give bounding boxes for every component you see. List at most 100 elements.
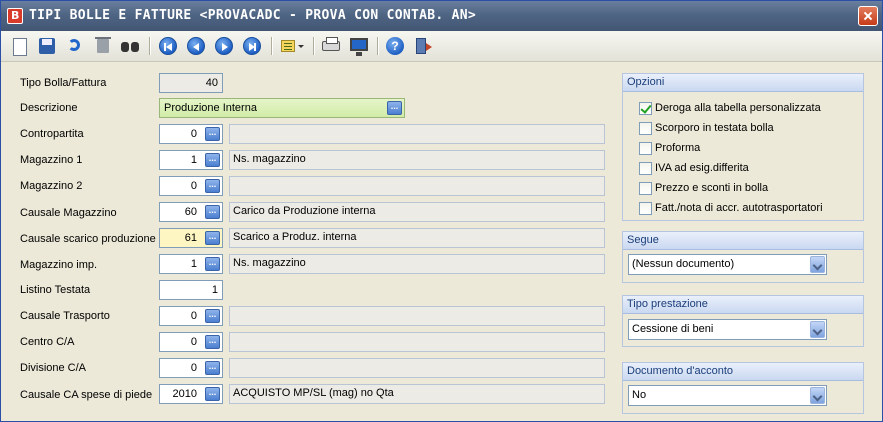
magazzino2-value: 0 bbox=[190, 180, 197, 192]
magazzino1-desc: Ns. magazzino bbox=[229, 150, 605, 170]
magazzino-imp-value: 1 bbox=[190, 258, 197, 270]
print-button[interactable] bbox=[321, 36, 341, 56]
chevron-down-icon[interactable] bbox=[810, 256, 825, 273]
previous-record-icon bbox=[187, 37, 205, 55]
lookup-button[interactable]: ... bbox=[205, 257, 220, 271]
magazzino2-field[interactable]: 0... bbox=[159, 176, 223, 196]
previous-record-button[interactable] bbox=[186, 36, 206, 56]
magazzino-imp-desc: Ns. magazzino bbox=[229, 254, 605, 274]
lookup-button[interactable]: ... bbox=[205, 361, 220, 375]
undo-button[interactable] bbox=[65, 36, 85, 56]
app-icon[interactable] bbox=[7, 8, 23, 24]
tipo-prestazione-select[interactable]: Cessione di beni bbox=[628, 319, 827, 340]
tipo-field[interactable]: 40 bbox=[159, 73, 223, 93]
contropartita-field[interactable]: 0... bbox=[159, 124, 223, 144]
exit-button[interactable] bbox=[413, 36, 433, 56]
lookup-button[interactable]: ... bbox=[205, 231, 220, 245]
causale-trasporto-desc bbox=[229, 306, 605, 326]
checkbox[interactable] bbox=[639, 122, 652, 135]
title-bar[interactable]: TIPI BOLLE E FATTURE <PROVACADC - PROVA … bbox=[1, 1, 882, 31]
option-label: Prezzo e sconti in bolla bbox=[655, 182, 769, 194]
magazzino1-field[interactable]: 1... bbox=[159, 150, 223, 170]
causale-trasporto-field[interactable]: 0... bbox=[159, 306, 223, 326]
causale-trasporto-label: Causale Trasporto bbox=[20, 310, 110, 322]
centro-field[interactable]: 0... bbox=[159, 332, 223, 352]
first-record-button[interactable] bbox=[158, 36, 178, 56]
save-icon bbox=[39, 38, 55, 54]
lookup-button[interactable]: ... bbox=[205, 205, 220, 219]
close-button[interactable] bbox=[858, 6, 878, 26]
search-binoculars-icon bbox=[121, 40, 139, 53]
toolbar: ? bbox=[1, 31, 882, 62]
checkbox[interactable] bbox=[639, 162, 652, 175]
undo-icon bbox=[68, 39, 80, 51]
centro-value: 0 bbox=[190, 336, 197, 348]
opzioni-group: Opzioni Deroga alla tabella personalizza… bbox=[622, 73, 864, 221]
documento-acconto-select[interactable]: No bbox=[628, 385, 827, 406]
preview-button[interactable] bbox=[349, 36, 369, 56]
last-record-button[interactable] bbox=[242, 36, 262, 56]
contropartita-label: Contropartita bbox=[20, 128, 84, 140]
delete-icon bbox=[95, 37, 111, 53]
search-button[interactable] bbox=[120, 36, 140, 56]
divisione-field[interactable]: 0... bbox=[159, 358, 223, 378]
option-label: IVA ad esig.differita bbox=[655, 162, 749, 174]
next-record-icon bbox=[215, 37, 233, 55]
new-document-icon bbox=[13, 38, 27, 56]
checkbox[interactable] bbox=[639, 142, 652, 155]
option-label: Scorporo in testata bolla bbox=[655, 122, 774, 134]
list-options-icon bbox=[281, 40, 295, 52]
checkbox[interactable] bbox=[639, 202, 652, 215]
descrizione-field[interactable]: Produzione Interna ... bbox=[159, 98, 405, 118]
option-label: Deroga alla tabella personalizzata bbox=[655, 102, 821, 114]
causale-ca-field[interactable]: 2010... bbox=[159, 384, 223, 404]
contropartita-value: 0 bbox=[190, 128, 197, 140]
save-button[interactable] bbox=[37, 36, 57, 56]
chevron-down-icon[interactable] bbox=[810, 387, 825, 404]
magazzino-imp-field[interactable]: 1... bbox=[159, 254, 223, 274]
opzioni-title: Opzioni bbox=[623, 74, 863, 92]
segue-select[interactable]: (Nessun documento) bbox=[628, 254, 827, 275]
tipo-prestazione-group: Tipo prestazione Cessione di beni bbox=[622, 295, 864, 347]
listino-label: Listino Testata bbox=[20, 284, 91, 296]
causale-trasporto-value: 0 bbox=[190, 310, 197, 322]
magazzino1-label: Magazzino 1 bbox=[20, 154, 83, 166]
lookup-button[interactable]: ... bbox=[205, 335, 220, 349]
documento-acconto-title: Documento d'acconto bbox=[623, 363, 863, 381]
causale-magazzino-label: Causale Magazzino bbox=[20, 207, 117, 219]
lookup-button[interactable]: ... bbox=[205, 153, 220, 167]
help-button[interactable]: ? bbox=[385, 36, 405, 56]
causale-scarico-field[interactable]: 61... bbox=[159, 228, 223, 248]
documento-acconto-group: Documento d'acconto No bbox=[622, 362, 864, 414]
segue-group: Segue (Nessun documento) bbox=[622, 231, 864, 283]
divisione-value: 0 bbox=[190, 362, 197, 374]
causale-magazzino-value: 60 bbox=[184, 206, 197, 218]
new-button[interactable] bbox=[9, 36, 29, 56]
tipo-prestazione-title: Tipo prestazione bbox=[623, 296, 863, 314]
lookup-button[interactable]: ... bbox=[205, 127, 220, 141]
causale-scarico-value: 61 bbox=[184, 232, 197, 244]
listino-field[interactable]: 1 bbox=[159, 280, 223, 300]
toolbar-separator bbox=[313, 37, 315, 55]
delete-button[interactable] bbox=[93, 36, 113, 56]
lookup-button[interactable]: ... bbox=[387, 101, 402, 115]
documento-acconto-value: No bbox=[632, 389, 647, 401]
list-options-button[interactable] bbox=[279, 36, 307, 56]
lookup-button[interactable]: ... bbox=[205, 387, 220, 401]
lookup-button[interactable]: ... bbox=[205, 179, 220, 193]
option-label: Proforma bbox=[655, 142, 701, 154]
next-record-button[interactable] bbox=[214, 36, 234, 56]
magazzino2-desc bbox=[229, 176, 605, 196]
causale-scarico-desc: Scarico a Produz. interna bbox=[229, 228, 605, 248]
centro-desc bbox=[229, 332, 605, 352]
divisione-desc bbox=[229, 358, 605, 378]
centro-label: Centro C/A bbox=[20, 336, 75, 348]
checkbox[interactable] bbox=[639, 102, 652, 115]
causale-magazzino-field[interactable]: 60... bbox=[159, 202, 223, 222]
exit-icon bbox=[416, 38, 432, 54]
checkbox[interactable] bbox=[639, 182, 652, 195]
preview-screen-icon bbox=[350, 38, 368, 56]
toolbar-separator bbox=[271, 37, 273, 55]
lookup-button[interactable]: ... bbox=[205, 309, 220, 323]
chevron-down-icon[interactable] bbox=[810, 321, 825, 338]
